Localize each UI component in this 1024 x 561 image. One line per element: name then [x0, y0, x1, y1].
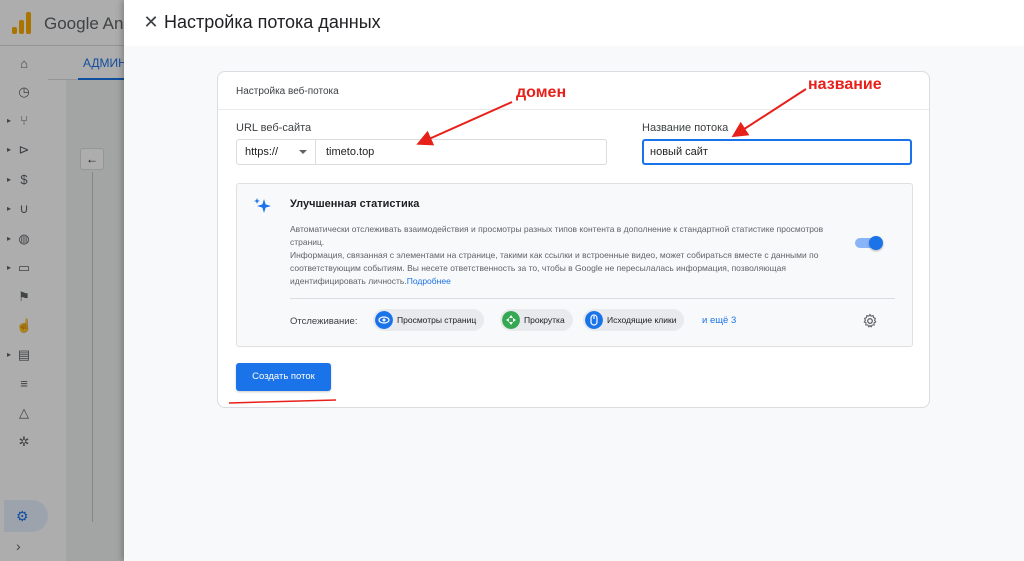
panel-header: ✕ Настройка потока данных	[124, 0, 1024, 46]
enhanced-description: Автоматически отслеживать взаимодействия…	[290, 223, 850, 288]
learn-more-link[interactable]: Подробнее	[407, 276, 451, 286]
chip-label: Исходящие клики	[607, 315, 677, 325]
enhanced-title: Улучшенная статистика	[290, 198, 420, 210]
page-title: Настройка потока данных	[164, 12, 381, 32]
annotation-domain: домен	[516, 84, 567, 101]
chevron-down-icon	[299, 150, 307, 154]
card-title: Настройка веб-потока	[236, 86, 339, 97]
stream-name-input[interactable]: новый сайт	[642, 139, 912, 165]
enhanced-measurement-section: Улучшенная статистика Автоматически отсл…	[236, 183, 913, 347]
divider	[290, 298, 895, 299]
eye-icon	[375, 311, 393, 329]
sparkle-icon	[254, 198, 271, 213]
website-url-input[interactable]: timeto.top	[316, 139, 607, 165]
chip-outbound-clicks[interactable]: Исходящие клики	[583, 309, 685, 331]
scrim	[0, 0, 124, 561]
chip-page-views[interactable]: Просмотры страниц	[373, 309, 485, 331]
enhanced-toggle[interactable]	[855, 236, 883, 250]
scroll-icon	[502, 311, 520, 329]
create-stream-button[interactable]: Создать поток	[236, 363, 331, 391]
close-icon[interactable]: ✕	[142, 13, 160, 31]
mouse-icon	[585, 311, 603, 329]
stream-name-label: Название потока	[642, 122, 729, 134]
url-label: URL веб-сайта	[236, 122, 312, 134]
chip-label: Просмотры страниц	[397, 315, 477, 325]
protocol-select[interactable]: https://	[236, 139, 316, 165]
description-line: Информация, связанная с элементами на ст…	[290, 250, 819, 286]
toggle-knob	[869, 236, 883, 250]
chip-scroll[interactable]: Прокрутка	[500, 309, 573, 331]
annotation-name: название	[808, 76, 882, 93]
gear-icon[interactable]	[862, 313, 878, 329]
description-line: Автоматически отслеживать взаимодействия…	[290, 224, 824, 247]
web-stream-card: Настройка веб-потока URL веб-сайта https…	[217, 71, 930, 408]
more-events-link[interactable]: и ещё 3	[702, 315, 736, 326]
protocol-value: https://	[245, 146, 279, 158]
chip-label: Прокрутка	[524, 315, 565, 325]
tracking-label: Отслеживание:	[290, 316, 358, 327]
stream-setup-panel: ✕ Настройка потока данных Настройка веб-…	[124, 0, 1024, 561]
